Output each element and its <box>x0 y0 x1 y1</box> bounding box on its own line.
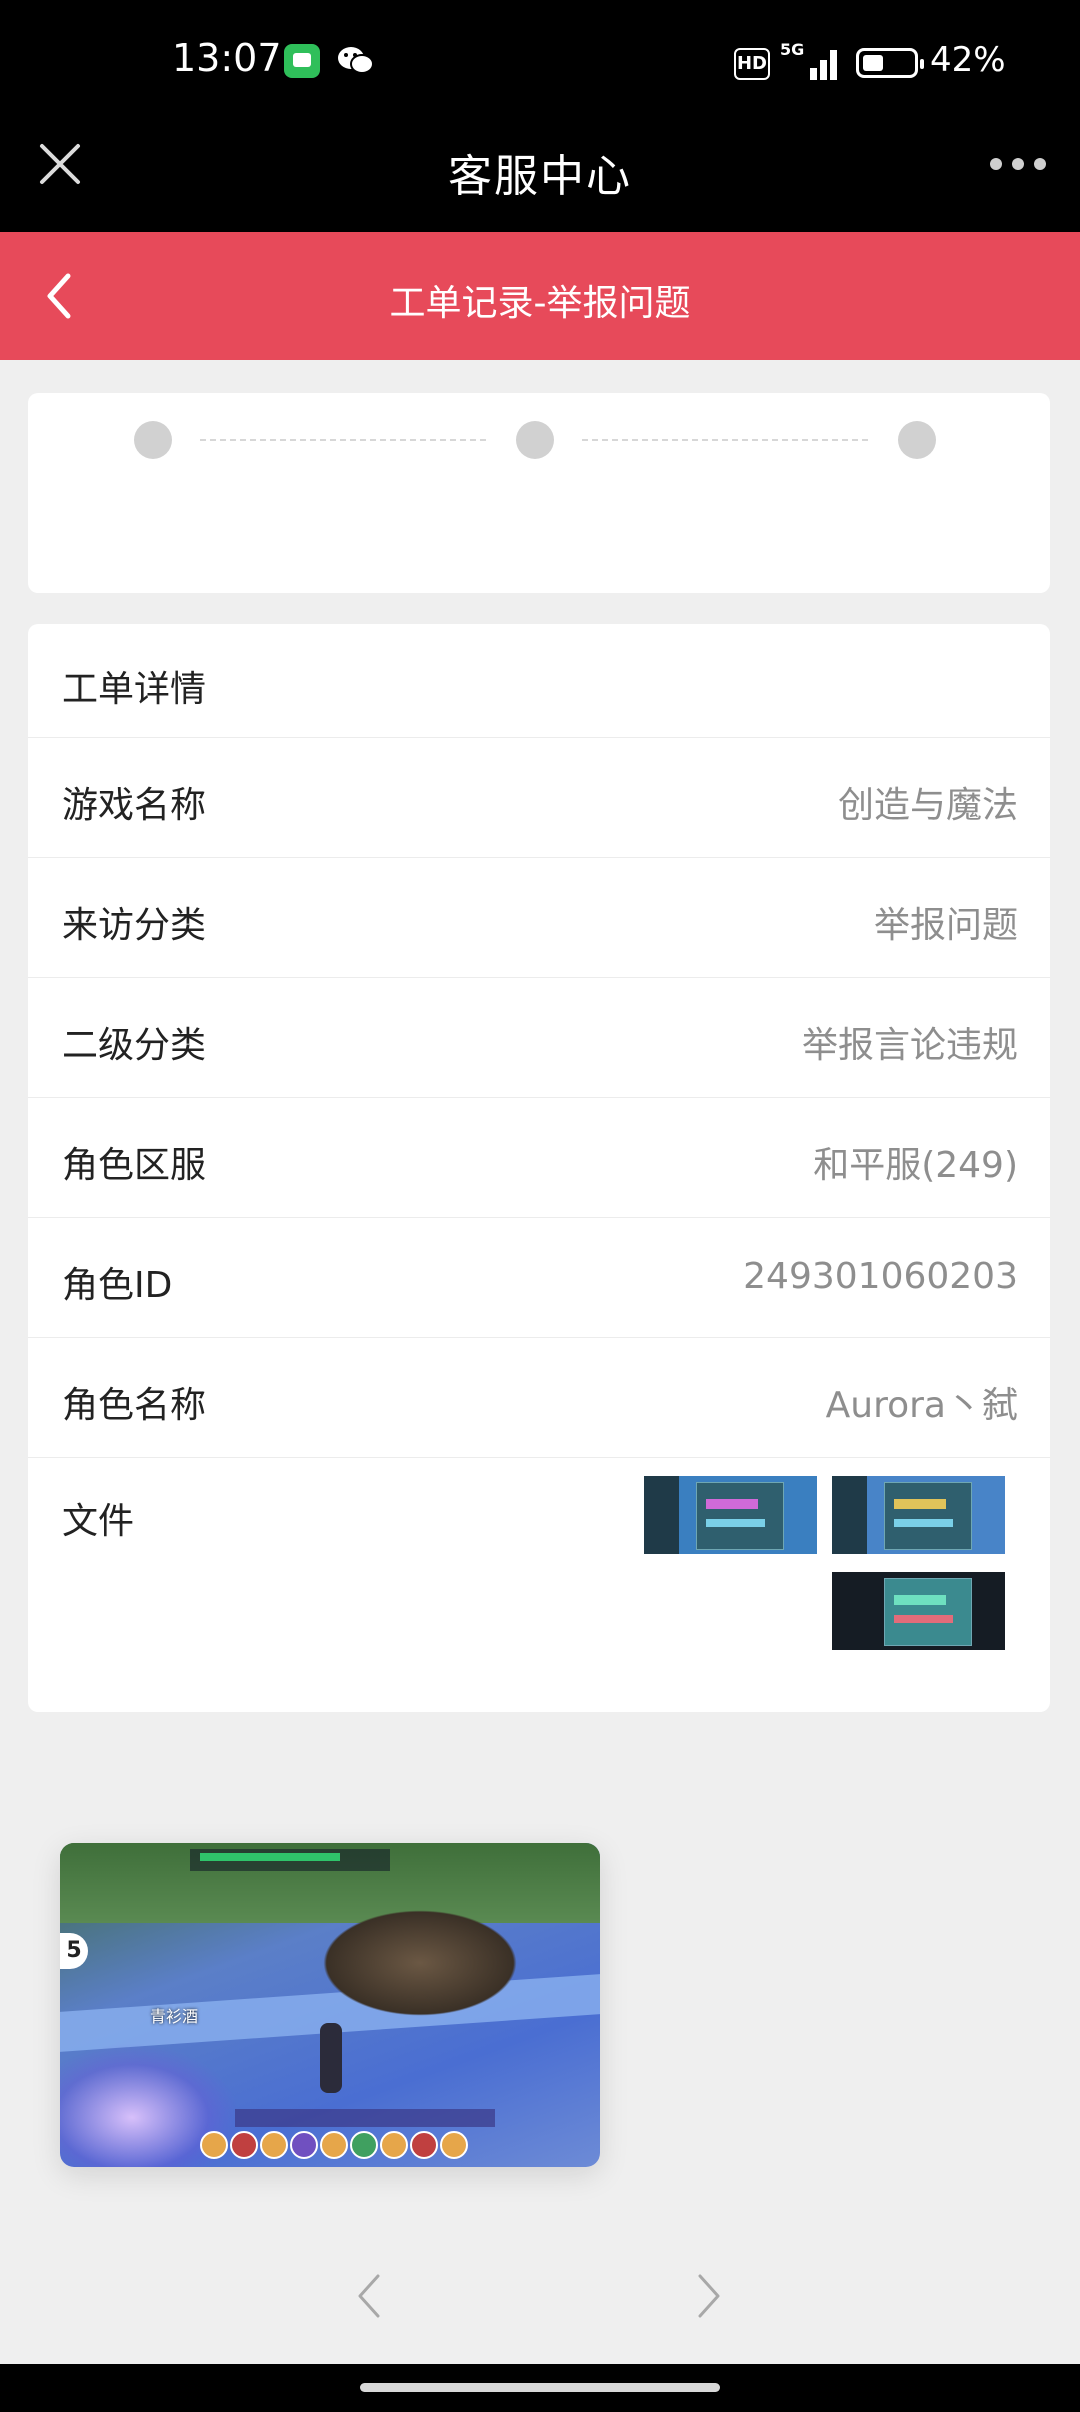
messages-app-icon <box>284 44 320 78</box>
step-line-1 <box>200 439 486 441</box>
step-dot-1 <box>134 421 172 459</box>
signal-icon: 5G <box>780 40 840 80</box>
row-label: 文件 <box>62 1501 135 1542</box>
file-thumbnail-1[interactable] <box>644 1476 817 1554</box>
step-dot-3 <box>898 421 936 459</box>
detail-row-subcategory: 二级分类 举报言论违规 <box>28 978 1050 1098</box>
battery-percent: 42% <box>930 40 1006 80</box>
page-header: 工单记录-举报问题 <box>0 232 1080 360</box>
row-label: 二级分类 <box>62 1025 207 1066</box>
detail-row-category: 来访分类 举报问题 <box>28 858 1050 978</box>
row-value: 249301060203 <box>743 1256 1018 1297</box>
file-thumbnail-2[interactable] <box>832 1476 1005 1554</box>
preview-character-name: 青衫酒 <box>150 2007 199 2026</box>
chevron-right-icon[interactable] <box>694 2272 724 2320</box>
detail-row-role-name: 角色名称 Aurora丶弑 <box>28 1338 1050 1458</box>
detail-heading: 工单详情 <box>28 624 1050 738</box>
step-dot-2 <box>516 421 554 459</box>
hd-icon: HD <box>734 48 770 80</box>
row-value: 举报言论违规 <box>801 1025 1018 1066</box>
row-label: 角色名称 <box>62 1385 207 1426</box>
chevron-left-icon[interactable] <box>354 2272 384 2320</box>
wechat-icon <box>336 44 376 78</box>
page-title: 工单记录-举报问题 <box>389 283 691 324</box>
preview-badge: 5 <box>60 1933 88 1969</box>
detail-heading-text: 工单详情 <box>62 669 207 710</box>
webview-title: 客服中心 <box>448 151 632 202</box>
detail-row-role-id: 角色ID 249301060203 <box>28 1218 1050 1338</box>
row-value: 举报问题 <box>873 905 1018 946</box>
webview-title-bar: 客服中心 <box>0 100 1080 232</box>
file-thumbnail-3[interactable] <box>832 1572 1005 1650</box>
ticket-detail-card: 工单详情 游戏名称 创造与魔法 来访分类 举报问题 二级分类 举报言论违规 角色… <box>28 624 1050 1712</box>
detail-row-game: 游戏名称 创造与魔法 <box>28 738 1050 858</box>
row-label: 游戏名称 <box>62 785 207 826</box>
row-label: 角色区服 <box>62 1145 207 1186</box>
more-icon[interactable] <box>990 158 1046 172</box>
progress-steps <box>28 393 1050 593</box>
row-label: 角色ID <box>62 1265 173 1306</box>
row-label: 来访分类 <box>62 905 207 946</box>
home-gesture-bar[interactable] <box>360 2383 720 2392</box>
row-value: Aurora丶弑 <box>825 1385 1018 1426</box>
battery-icon <box>856 48 924 78</box>
detail-row-files: 文件 <box>28 1456 1050 1706</box>
status-time: 13:07 <box>172 36 282 80</box>
row-value: 创造与魔法 <box>837 785 1018 826</box>
row-value: 和平服(249) <box>813 1145 1018 1186</box>
image-preview[interactable]: 5 青衫酒 <box>60 1843 600 2167</box>
detail-row-server: 角色区服 和平服(249) <box>28 1098 1050 1218</box>
step-line-2 <box>582 439 868 441</box>
